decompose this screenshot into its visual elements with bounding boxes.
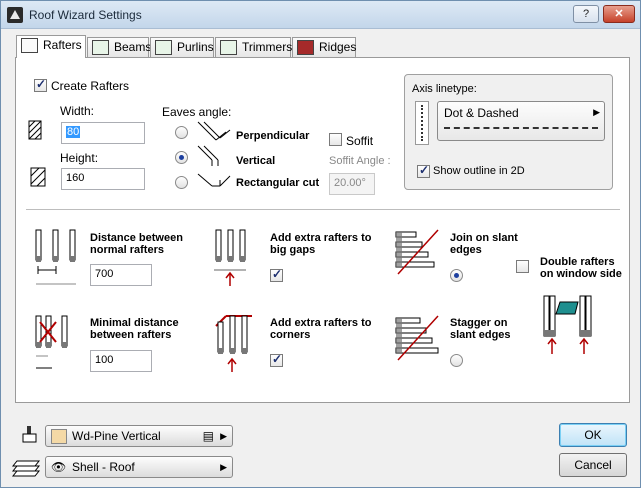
material-label: Wd-Pine Vertical bbox=[72, 429, 161, 443]
axis-linetype-group: Axis linetype: Dot & Dashed ▶ Show outli… bbox=[404, 74, 613, 190]
rectangular-cut-label: Rectangular cut bbox=[236, 177, 320, 189]
tab-label: Rafters bbox=[43, 38, 82, 52]
cancel-button[interactable]: Cancel bbox=[559, 453, 627, 477]
popup-arrow-icon: ▶ bbox=[593, 107, 600, 117]
beams-icon bbox=[92, 40, 109, 55]
width-input[interactable]: 80 bbox=[61, 122, 145, 144]
popup-arrow-icon: ▶ bbox=[220, 431, 227, 441]
help-button[interactable]: ? bbox=[573, 5, 599, 23]
create-rafters-checkbox[interactable] bbox=[34, 77, 47, 92]
height-section-icon bbox=[30, 167, 46, 187]
stagger-slant-label: Stagger on slant edges bbox=[450, 317, 511, 341]
tab-ridges[interactable]: Ridges bbox=[292, 37, 356, 57]
axis-linetype-value: Dot & Dashed bbox=[444, 106, 519, 120]
eye-icon: 👁 bbox=[51, 460, 67, 474]
soffit-angle-label: Soffit Angle : bbox=[329, 155, 391, 167]
double-window-label: Double rafters on window side bbox=[540, 256, 622, 280]
material-swatch bbox=[51, 429, 67, 444]
width-section-icon bbox=[28, 120, 42, 140]
close-button[interactable]: ✕ bbox=[603, 5, 635, 23]
vertical-icon bbox=[197, 145, 219, 166]
double-window-checkbox[interactable] bbox=[516, 260, 529, 273]
tab-beams[interactable]: Beams bbox=[87, 37, 152, 57]
eaves-vertical-radio[interactable] bbox=[175, 151, 188, 164]
distance-rafters-label: Distance between normal rafters bbox=[90, 232, 183, 256]
vertical-label: Vertical bbox=[236, 155, 276, 167]
trimmers-icon bbox=[220, 40, 237, 55]
app-icon bbox=[7, 7, 23, 23]
width-label: Width: bbox=[60, 104, 95, 118]
ridges-icon bbox=[297, 40, 314, 55]
stagger-slant-icon bbox=[395, 315, 439, 361]
roof-wizard-window: Roof Wizard Settings ? ✕ Rafters Beams P… bbox=[0, 0, 641, 488]
material-brush-icon bbox=[22, 426, 37, 443]
tab-label: Beams bbox=[114, 40, 152, 54]
min-distance-icon bbox=[35, 315, 68, 369]
extra-gaps-label: Add extra rafters to big gaps bbox=[270, 232, 372, 256]
extra-gaps-checkbox[interactable] bbox=[270, 267, 283, 282]
material-popup[interactable]: Wd-Pine Vertical ▤ ▶ bbox=[45, 425, 233, 447]
tab-trimmers[interactable]: Trimmers bbox=[215, 37, 293, 57]
height-label: Height: bbox=[60, 151, 99, 165]
height-input[interactable]: 160 bbox=[61, 168, 145, 190]
layer-popup[interactable]: 👁 Shell - Roof ▶ bbox=[45, 456, 233, 478]
perpendicular-icon bbox=[197, 121, 231, 141]
title-bar[interactable]: Roof Wizard Settings ? ✕ bbox=[1, 1, 640, 29]
perpendicular-label: Perpendicular bbox=[236, 130, 310, 142]
tab-rafters[interactable]: Rafters bbox=[16, 35, 86, 58]
rectangular-cut-icon bbox=[197, 173, 231, 187]
show-outline-label: Show outline in 2D bbox=[433, 165, 525, 177]
rafters-panel: Create Rafters Width: 80 Height: 160 Eav… bbox=[15, 57, 630, 403]
soffit-label: Soffit bbox=[346, 134, 374, 148]
rafters-icon bbox=[21, 38, 38, 53]
material-doc-icon: ▤ bbox=[202, 429, 214, 443]
popup-arrow-icon: ▶ bbox=[220, 462, 227, 472]
purlins-icon bbox=[155, 40, 172, 55]
eaves-angle-label: Eaves angle: bbox=[162, 105, 232, 119]
tab-label: Purlins bbox=[177, 40, 214, 54]
create-rafters-label: Create Rafters bbox=[51, 79, 130, 93]
distance-rafters-input[interactable]: 700 bbox=[90, 264, 152, 286]
extra-gaps-icon bbox=[214, 229, 246, 286]
axis-linetype-popup[interactable]: Dot & Dashed ▶ bbox=[437, 101, 605, 141]
stagger-slant-radio[interactable] bbox=[450, 354, 463, 367]
eaves-perpendicular-radio[interactable] bbox=[175, 126, 188, 139]
axis-preview-icon bbox=[415, 101, 429, 145]
layer-label: Shell - Roof bbox=[72, 460, 135, 474]
window-title: Roof Wizard Settings bbox=[29, 8, 142, 22]
join-slant-icon bbox=[395, 229, 439, 275]
eaves-rectangular-radio[interactable] bbox=[175, 176, 188, 189]
min-distance-input[interactable]: 100 bbox=[90, 350, 152, 372]
soffit-angle-input[interactable]: 20.00° bbox=[329, 173, 375, 195]
section-divider bbox=[26, 209, 620, 211]
extra-corners-checkbox[interactable] bbox=[270, 352, 283, 367]
ok-button[interactable]: OK bbox=[559, 423, 627, 447]
tab-label: Ridges bbox=[319, 40, 357, 54]
double-window-icon bbox=[543, 295, 592, 354]
join-slant-label: Join on slant edges bbox=[450, 232, 518, 256]
linetype-sample bbox=[444, 127, 598, 129]
distance-rafters-icon bbox=[35, 229, 76, 285]
layer-stack-icon bbox=[11, 460, 41, 477]
tab-purlins[interactable]: Purlins bbox=[150, 37, 214, 57]
tab-label: Trimmers bbox=[242, 40, 293, 54]
show-outline-checkbox[interactable] bbox=[417, 163, 430, 178]
extra-corners-icon bbox=[215, 315, 252, 372]
axis-linetype-label: Axis linetype: bbox=[412, 83, 477, 95]
soffit-checkbox[interactable] bbox=[329, 133, 342, 146]
join-slant-radio[interactable] bbox=[450, 269, 463, 282]
extra-corners-label: Add extra rafters to corners bbox=[270, 317, 372, 341]
min-distance-label: Minimal distance between rafters bbox=[90, 317, 179, 341]
